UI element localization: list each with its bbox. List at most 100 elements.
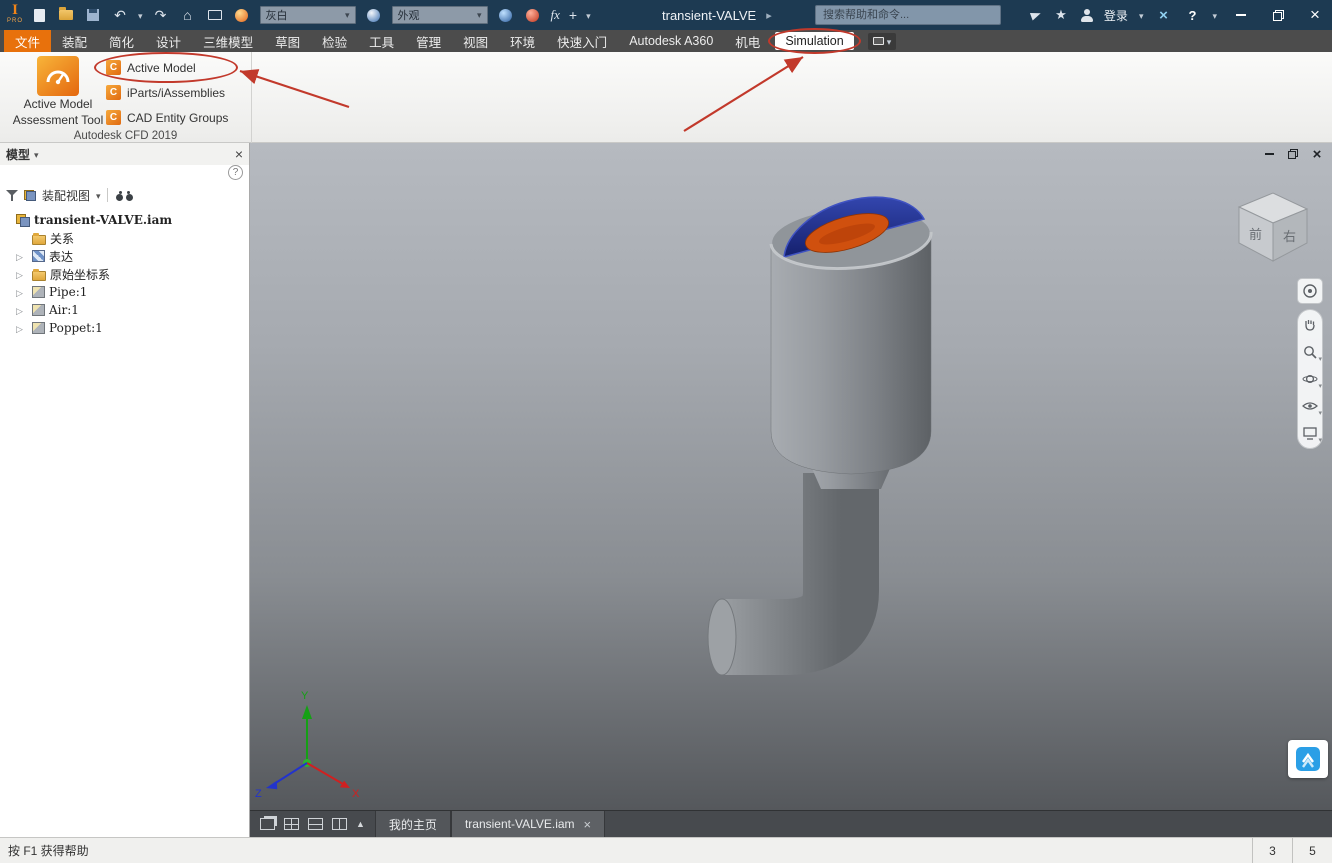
viewport-close-icon[interactable] [1310,147,1324,161]
tab-environments[interactable]: 环境 [499,30,546,52]
favorites-star-icon[interactable] [1052,6,1070,24]
assembly-view-icon[interactable] [24,189,36,201]
tree-item-air[interactable]: Air:1 [0,301,249,319]
redo-icon[interactable] [152,6,170,24]
tab-sketch[interactable]: 草图 [264,30,311,52]
expander-icon[interactable] [16,285,28,299]
chevron-down-icon [887,33,892,49]
tile-horizontal-icon[interactable] [308,818,323,830]
tab-autodesk-a360[interactable]: Autodesk A360 [618,30,724,52]
tab-my-home[interactable]: 我的主页 [374,810,451,838]
dismiss-icon[interactable] [1154,6,1172,24]
tab-get-started[interactable]: 快速入门 [546,30,618,52]
expand-tab-bar-icon[interactable] [356,819,365,829]
account-dropdown-icon[interactable] [1139,7,1144,23]
undo-icon[interactable] [111,6,129,24]
cfd-launch-button[interactable] [1288,740,1328,778]
pan-hand-icon[interactable] [1300,316,1320,334]
viewcube[interactable]: 前 右 [1225,181,1321,277]
help-dropdown-icon[interactable] [1212,7,1217,23]
qat-dropdown-icon[interactable] [586,7,591,23]
tab-tools[interactable]: 工具 [358,30,405,52]
viewport-restore-icon[interactable] [1286,147,1300,161]
tab-assemble[interactable]: 装配 [51,30,98,52]
valve-model-scene[interactable]: Y X Z [250,143,1332,810]
full-navigation-wheel-button[interactable] [1297,278,1323,304]
expander-icon[interactable] [16,303,28,317]
browser-title[interactable]: 模型 [6,146,30,163]
occurrence-count: 3 [1252,838,1292,863]
display-settings-icon[interactable] [206,6,224,24]
appearance-sphere-icon[interactable] [233,6,251,24]
pipe-opening[interactable] [707,598,737,676]
tab-manage[interactable]: 管理 [405,30,452,52]
document-title: transient-VALVE [662,7,757,23]
viewport-minimize-icon[interactable] [1262,147,1276,161]
tree-item-pipe[interactable]: Pipe:1 [0,283,249,301]
close-button[interactable] [1302,0,1328,30]
tab-simplify[interactable]: 简化 [98,30,145,52]
capture-button[interactable] [867,32,897,50]
chevron-right-icon[interactable] [766,6,772,24]
chevron-down-icon[interactable] [34,148,39,160]
pipe-body[interactable] [722,473,879,675]
adjust-sphere-icon[interactable] [497,6,515,24]
sign-in-button[interactable]: 登录 [1104,7,1128,24]
active-model-assessment-tool-button[interactable]: Active Model Assessment Tool [12,56,104,128]
cascade-windows-icon[interactable] [260,818,275,830]
add-qat-icon[interactable]: + [569,7,577,23]
inventor-logo[interactable]: I PRO [4,2,26,28]
tree-item-assembly-root[interactable]: transient-VALVE.iam [0,211,249,229]
view-face-icon[interactable] [1300,424,1320,442]
tree-item-origin[interactable]: 原始坐标系 [0,265,249,283]
tree-item-poppet[interactable]: Poppet:1 [0,319,249,337]
undo-dropdown-icon[interactable] [138,7,143,23]
orbit-icon[interactable] [1300,370,1320,388]
filter-icon[interactable] [6,189,18,202]
tab-electromechanical[interactable]: 机电 [724,30,771,52]
tab-view[interactable]: 视图 [452,30,499,52]
appearance-select[interactable]: 外观 [391,6,488,24]
tab-inspect[interactable]: 检验 [311,30,358,52]
tab-file[interactable]: 文件 [4,30,52,52]
expander-icon[interactable] [16,267,28,281]
tree-item-relationships[interactable]: 关系 [0,229,249,247]
measure-sphere-icon[interactable] [524,6,542,24]
tab-3d-model[interactable]: 三维模型 [192,30,264,52]
viewport-3d[interactable]: Y X Z 前 右 [250,143,1332,810]
navigation-bar [1296,278,1324,449]
search-binoculars-icon[interactable] [115,189,133,201]
cad-entity-groups-button[interactable]: CAD Entity Groups [106,105,228,130]
active-model-button[interactable]: Active Model [94,52,239,83]
restore-button[interactable] [1265,0,1291,30]
save-icon[interactable] [84,6,102,24]
chevron-down-icon[interactable] [96,189,101,201]
minimize-button[interactable] [1228,0,1254,30]
tab-design[interactable]: 设计 [145,30,192,52]
iparts-iassemblies-button[interactable]: iParts/iAssemblies [106,80,228,105]
tab-simulation[interactable]: Simulation [768,28,861,54]
cfd-cube-icon [106,85,121,100]
view-mode-label[interactable]: 装配视图 [42,187,90,204]
help-icon[interactable] [228,165,243,180]
browser-close-icon[interactable] [235,146,243,162]
material-sphere-icon[interactable] [365,6,383,24]
tile-grid-icon[interactable] [284,818,299,830]
pen-icon[interactable] [1029,9,1042,21]
zoom-icon[interactable] [1300,343,1320,361]
parameters-fx-button[interactable]: fx [551,7,560,23]
tab-close-icon[interactable] [584,817,592,832]
help-question-icon[interactable] [1183,6,1201,24]
user-icon[interactable] [1080,8,1093,22]
help-search-input[interactable] [815,5,1001,25]
material-select[interactable]: 灰白 [259,6,356,24]
look-at-eye-icon[interactable] [1300,397,1320,415]
expander-icon[interactable] [16,321,28,335]
home-icon[interactable] [179,6,197,24]
expander-icon[interactable] [16,249,28,263]
open-file-icon[interactable] [57,6,75,24]
tab-transient-valve[interactable]: transient-VALVE.iam [450,810,606,838]
tree-item-representations[interactable]: 表达 [0,247,249,265]
new-file-icon[interactable] [30,6,48,24]
tile-vertical-icon[interactable] [332,818,347,830]
